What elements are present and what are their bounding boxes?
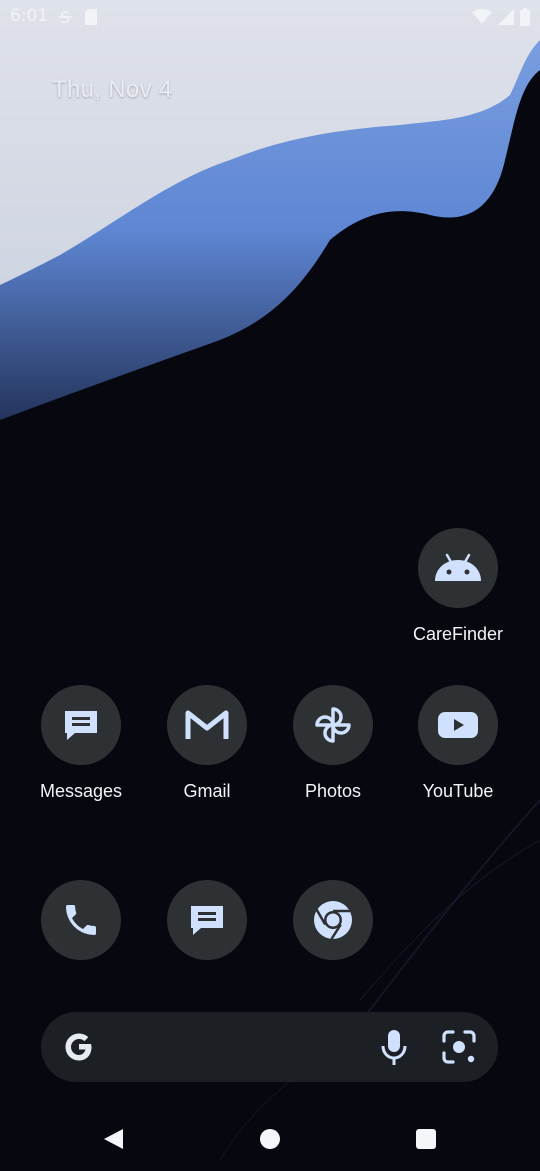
app-carefinder[interactable]: CareFinder xyxy=(398,528,518,645)
messages-icon xyxy=(41,685,121,765)
strikethrough-s-icon: S xyxy=(58,8,74,30)
app-messages[interactable]: Messages xyxy=(21,685,141,802)
date-widget[interactable]: Thu, Nov 4 xyxy=(52,76,172,104)
android-icon xyxy=(418,528,498,608)
search-bar[interactable] xyxy=(41,1012,498,1082)
app-gmail[interactable]: Gmail xyxy=(147,685,267,802)
phone-icon xyxy=(41,880,121,960)
back-icon[interactable] xyxy=(101,1127,125,1156)
photos-icon xyxy=(293,685,373,765)
dock-chrome[interactable] xyxy=(273,880,393,960)
app-label: YouTube xyxy=(422,781,494,801)
dock-phone[interactable] xyxy=(21,880,141,960)
mic-icon[interactable] xyxy=(379,1028,409,1071)
app-label: Gmail xyxy=(183,781,231,801)
youtube-icon xyxy=(418,685,498,765)
messages-icon xyxy=(167,880,247,960)
cell-signal-icon xyxy=(498,9,514,29)
dock-messages[interactable] xyxy=(147,880,267,960)
home-icon[interactable] xyxy=(259,1128,281,1155)
app-label: CareFinder xyxy=(412,624,504,644)
wifi-icon xyxy=(472,9,492,29)
google-g-icon xyxy=(62,1030,96,1069)
nav-bar xyxy=(0,1110,540,1170)
chrome-icon xyxy=(293,880,373,960)
app-photos[interactable]: Photos xyxy=(273,685,393,802)
app-youtube[interactable]: YouTube xyxy=(398,685,518,802)
lens-icon[interactable] xyxy=(441,1029,477,1070)
status-time: 6:01 xyxy=(10,6,49,26)
gmail-icon xyxy=(167,685,247,765)
app-label: Photos xyxy=(304,781,362,801)
recents-icon[interactable] xyxy=(415,1128,437,1155)
app-label: Messages xyxy=(39,781,123,801)
status-bar: 6:01 S xyxy=(0,0,540,34)
sd-card-icon xyxy=(84,8,98,30)
battery-icon xyxy=(520,8,530,30)
